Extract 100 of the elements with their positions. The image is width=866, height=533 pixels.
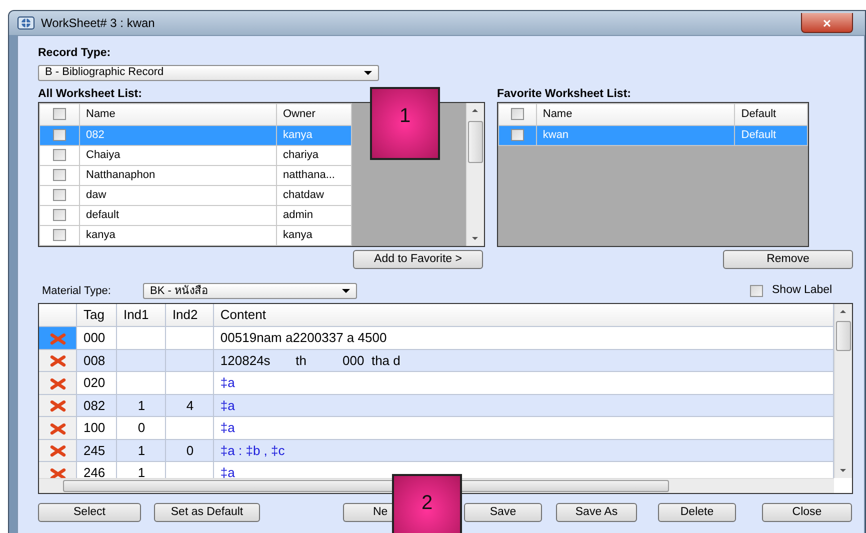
action-button[interactable]: Set as Default	[154, 503, 260, 522]
app-icon	[17, 16, 35, 30]
list-row[interactable]: Natthanaphon natthana...	[40, 166, 352, 186]
row-checkbox[interactable]	[53, 229, 66, 242]
table-cell: kanya	[276, 126, 352, 146]
delete-field-button[interactable]	[39, 462, 77, 478]
table-cell	[166, 462, 214, 478]
all-worksheet-list-label: All Worksheet List:	[38, 86, 142, 100]
scrollbar[interactable]	[834, 304, 852, 478]
table-cell: 1	[116, 439, 166, 462]
table-cell: kanya	[276, 226, 352, 246]
delete-icon	[50, 378, 66, 390]
table-cell: chatdaw	[276, 186, 352, 206]
column-header: Tag	[76, 304, 117, 326]
table-cell: 082	[80, 126, 276, 146]
table-cell: kanya	[80, 226, 276, 246]
table-cell	[116, 349, 166, 372]
table-cell: kwan	[536, 126, 735, 146]
list-row[interactable]: default admin	[40, 206, 352, 226]
delete-field-button[interactable]	[39, 416, 77, 439]
row-checkbox[interactable]	[53, 189, 66, 202]
list-row[interactable]: kanya kanya	[40, 226, 352, 246]
table-cell: 0	[166, 439, 214, 462]
table-cell	[166, 416, 214, 439]
table-cell: ‡a	[214, 462, 834, 478]
delete-field-button[interactable]	[39, 372, 77, 394]
table-cell: 1	[116, 394, 166, 416]
column-header: Ind1	[116, 304, 166, 326]
action-button[interactable]: Save As	[556, 503, 637, 522]
delete-field-button[interactable]	[39, 439, 77, 462]
column-header: Owner	[276, 104, 352, 126]
remove-button[interactable]: Remove	[723, 250, 853, 269]
table-cell	[166, 349, 214, 372]
row-checkbox[interactable]	[53, 169, 66, 182]
table-cell: ‡a	[214, 416, 834, 439]
delete-icon	[50, 332, 66, 345]
callout-marker: 1	[370, 87, 440, 160]
list-row[interactable]: daw chatdaw	[40, 186, 352, 206]
list-row[interactable]: Chaiya chariya	[40, 146, 352, 166]
table-cell: 020	[76, 372, 117, 394]
table-cell: 000	[76, 326, 117, 349]
record-type-label: Record Type:	[38, 46, 111, 60]
select-all-checkbox[interactable]	[510, 108, 524, 120]
table-cell: admin	[276, 206, 352, 226]
table-cell: 082	[76, 394, 117, 416]
column-header: Default	[734, 104, 808, 126]
delete-icon	[50, 400, 66, 412]
show-label-label: Show Label	[772, 283, 832, 298]
table-cell: 100	[76, 416, 117, 439]
table-cell: Default	[734, 126, 808, 146]
table-cell: 4	[166, 394, 214, 416]
select-all-checkbox[interactable]	[53, 108, 66, 120]
material-type-label: Material Type:	[42, 284, 112, 299]
action-button[interactable]: Close	[762, 503, 852, 522]
delete-field-button[interactable]	[39, 394, 77, 416]
table-cell: natthana...	[276, 166, 352, 186]
column-header: Name	[80, 104, 276, 126]
delete-icon	[50, 355, 66, 368]
column-header: Ind2	[166, 304, 214, 326]
window-title: WorkSheet# 3 : kwan	[41, 15, 155, 32]
record-type-dropdown[interactable]: B - Bibliographic Record	[38, 64, 379, 80]
delete-field-button[interactable]	[39, 326, 77, 349]
row-checkbox[interactable]	[53, 149, 66, 162]
table-cell	[116, 372, 166, 394]
table-cell: 246	[76, 462, 117, 478]
delete-icon	[50, 422, 66, 435]
column-header: Name	[536, 104, 735, 126]
action-button[interactable]: Select	[38, 503, 141, 522]
scrollbar[interactable]	[466, 103, 484, 246]
row-checkbox[interactable]	[53, 129, 66, 142]
table-cell: ‡a	[214, 394, 834, 416]
delete-icon	[50, 445, 66, 458]
row-checkbox[interactable]	[53, 209, 66, 222]
table-cell: default	[80, 206, 276, 226]
delete-icon	[50, 468, 66, 478]
material-type-dropdown[interactable]: BK - หนังสือ	[143, 283, 357, 299]
table-cell	[166, 372, 214, 394]
action-button[interactable]: Delete	[658, 503, 736, 522]
table-cell: 245	[76, 439, 117, 462]
action-button[interactable]: Save	[464, 503, 542, 522]
callout-marker: 2	[392, 474, 462, 533]
row-checkbox[interactable]	[510, 129, 524, 142]
table-cell: Natthanaphon	[80, 166, 276, 186]
table-cell: 0	[116, 416, 166, 439]
table-cell: 120824s th 000 tha d	[214, 349, 834, 372]
table-cell: daw	[80, 186, 276, 206]
column-header: Content	[214, 304, 834, 326]
add-to-favorite-button[interactable]: Add to Favorite >	[353, 250, 483, 269]
table-cell: 1	[116, 462, 166, 478]
table-cell: ‡a : ‡b , ‡c	[214, 439, 834, 462]
material-type-value: BK - หนังสือ	[150, 284, 208, 299]
delete-field-button[interactable]	[39, 349, 77, 372]
table-cell	[166, 326, 214, 349]
table-cell: 00519nam a2200337 a 4500	[214, 326, 834, 349]
show-label-checkbox[interactable]	[750, 285, 763, 297]
horizontal-scrollbar[interactable]	[39, 478, 834, 493]
table-cell: chariya	[276, 146, 352, 166]
action-button[interactable]: Ne	[343, 503, 393, 522]
table-cell	[116, 326, 166, 349]
table-cell: Chaiya	[80, 146, 276, 166]
